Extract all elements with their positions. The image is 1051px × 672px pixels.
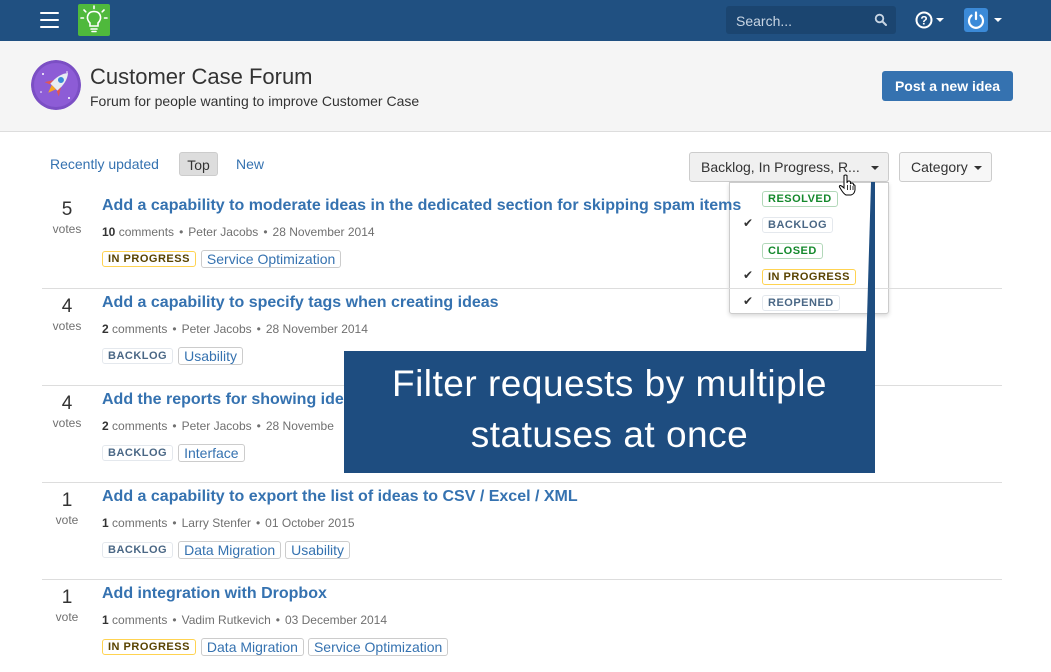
user-menu-button[interactable] (964, 6, 1004, 34)
idea-tags: BACKLOG Data Migration Usability (102, 541, 354, 561)
idea-tags: IN PROGRESS Service Optimization (102, 250, 345, 270)
category-tag[interactable]: Interface (178, 444, 245, 462)
vote-count: 5 (61, 199, 73, 220)
comment-count: 2 (102, 419, 109, 433)
idea-author: Peter Jacobs (181, 322, 252, 336)
idea-meta: 10 comments • Peter Jacobs • 28 November 201… (102, 225, 375, 239)
idea-title-link[interactable]: Add the reports for showing ide (102, 391, 344, 409)
top-navigation-bar: Search... ? (0, 0, 1051, 41)
category-tag[interactable]: Service Optimization (200, 250, 342, 268)
idea-row: 1 vote Add integration with Dropbox 1 co… (42, 580, 1002, 672)
idea-date: 28 Novembe (265, 419, 334, 433)
vote-label: votes (52, 222, 82, 236)
idea-tags: BACKLOG Usability (102, 347, 247, 367)
lightbulb-logo-icon[interactable] (78, 4, 110, 36)
idea-tags: IN PROGRESS Data Migration Service Optimiz… (102, 638, 452, 658)
comment-count: 2 (102, 322, 109, 336)
search-placeholder: Search... (736, 13, 793, 29)
idea-date: 01 October 2015 (265, 516, 355, 530)
callout-pointer (866, 182, 875, 352)
comment-count: 10 (102, 225, 116, 239)
help-question-icon: ? (915, 11, 944, 29)
vote-count: 4 (61, 296, 73, 317)
tab-recently-updated[interactable]: Recently updated (50, 156, 159, 172)
tab-top[interactable]: Top (179, 152, 218, 176)
power-user-icon (964, 8, 1002, 32)
callout-line-2: statuses at once (470, 414, 749, 455)
comments-label: comments (112, 419, 168, 433)
category-filter-button[interactable]: Category (899, 152, 992, 182)
chevron-down-icon (871, 166, 879, 170)
idea-tags: BACKLOG Interface (102, 444, 249, 464)
search-icon (874, 13, 887, 26)
category-filter-label: Category (911, 159, 968, 175)
comments-label: comments (112, 613, 168, 627)
idea-row: 5 votes Add a capability to moderate ide… (42, 192, 1002, 289)
page-subtitle: Forum for people wanting to improve Cust… (90, 93, 420, 109)
idea-date: 03 December 2014 (284, 613, 388, 627)
page-title: Customer Case Forum (90, 64, 313, 89)
comments-label: comments (112, 322, 168, 336)
rocket-avatar-icon (31, 60, 81, 110)
vote-label: vote (55, 610, 79, 624)
idea-date: 28 November 2014 (265, 322, 368, 336)
category-tag[interactable]: Usability (285, 541, 351, 559)
category-tag[interactable]: Usability (178, 347, 244, 365)
hamburger-menu-icon[interactable] (40, 12, 59, 28)
tab-new[interactable]: New (236, 156, 264, 172)
vote-count: 4 (61, 393, 73, 414)
vote-count: 1 (61, 490, 73, 511)
vote-label: votes (52, 416, 82, 430)
idea-author: Vadim Rutkevich (181, 613, 271, 627)
chevron-down-icon (974, 166, 982, 170)
status-badge: BACKLOG (102, 445, 174, 461)
vote-label: vote (55, 513, 79, 527)
feature-callout: Filter requests by multiple statuses at … (344, 351, 875, 473)
idea-date: 28 November 2014 (272, 225, 375, 239)
vote-label: votes (52, 319, 82, 333)
comment-count: 1 (102, 613, 109, 627)
status-badge: IN PROGRESS (102, 251, 196, 267)
idea-author: Larry Stenfer (181, 516, 251, 530)
hand-cursor-icon (838, 174, 856, 196)
idea-meta: 2 comments • Peter Jacobs • 28 November 2014 (102, 322, 368, 336)
status-badge: IN PROGRESS (102, 639, 196, 655)
comments-label: comments (118, 225, 175, 239)
idea-row: 1 vote Add a capability to export the li… (42, 483, 1002, 580)
idea-author: Peter Jacobs (181, 419, 252, 433)
category-tag[interactable]: Service Optimization (307, 638, 449, 656)
idea-title-link[interactable]: Add a capability to moderate ideas in th… (102, 197, 741, 215)
status-badge: BACKLOG (102, 348, 174, 364)
idea-meta: 2 comments • Peter Jacobs • 28 Novembe (102, 419, 334, 433)
comments-label: comments (112, 516, 168, 530)
svg-text:?: ? (920, 14, 927, 28)
idea-title-link[interactable]: Add integration with Dropbox (102, 585, 327, 603)
comment-count: 1 (102, 516, 109, 530)
idea-title-link[interactable]: Add a capability to specify tags when cr… (102, 294, 499, 312)
status-filter-label: Backlog, In Progress, R... (701, 159, 860, 175)
status-badge: BACKLOG (102, 542, 174, 558)
search-input[interactable]: Search... (726, 6, 896, 34)
category-tag[interactable]: Data Migration (178, 541, 282, 559)
vote-count: 1 (61, 587, 73, 608)
forum-header: Customer Case Forum Forum for people wan… (0, 41, 1051, 132)
idea-meta: 1 comments • Vadim Rutkevich • 03 December 2… (102, 613, 388, 627)
category-tag[interactable]: Data Migration (200, 638, 304, 656)
help-menu-button[interactable]: ? (914, 10, 948, 30)
status-filter-button[interactable]: Backlog, In Progress, R... (689, 152, 889, 182)
idea-meta: 1 comments • Larry Stenfer • 01 October 2015 (102, 516, 355, 530)
callout-line-1: Filter requests by multiple (391, 363, 828, 404)
post-new-idea-button[interactable]: Post a new idea (882, 71, 1013, 101)
idea-title-link[interactable]: Add a capability to export the list of i… (102, 488, 578, 506)
idea-author: Peter Jacobs (188, 225, 259, 239)
